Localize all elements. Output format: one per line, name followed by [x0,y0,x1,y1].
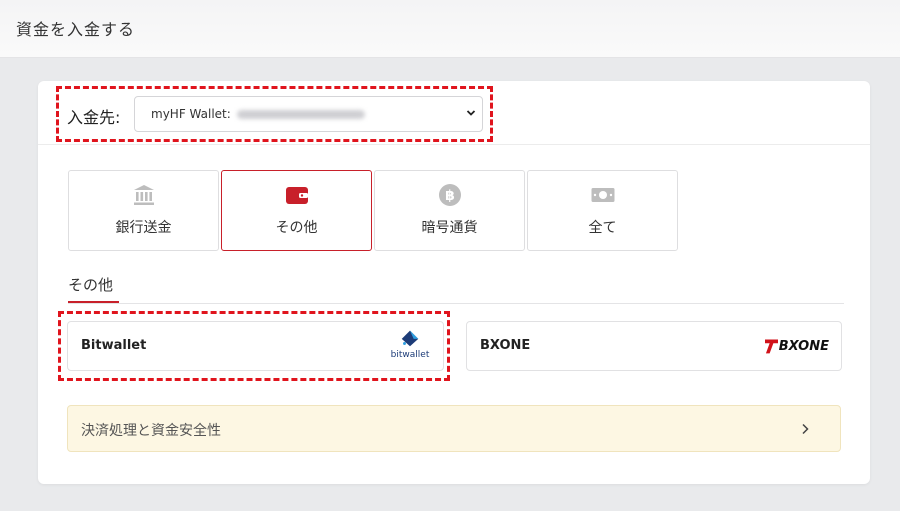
method-bitwallet[interactable]: Bitwallet bitwallet [67,321,444,371]
tab-bank-transfer[interactable]: 銀行送金 [68,170,219,251]
tab-label: 全て [588,220,617,236]
tab-label: 暗号通貨 [421,220,478,236]
bitwallet-logo-text: bitwallet [390,350,430,360]
wallet-icon [286,187,308,204]
section-title: その他 [68,276,114,294]
method-bxone[interactable]: BXONE BXONE [466,321,842,371]
deposit-destination-value: myHF Wallet: [151,107,231,121]
tab-crypto[interactable]: ฿ 暗号通貨 [374,170,525,251]
bxone-logo: BXONE [764,336,829,356]
method-name: BXONE [480,338,531,353]
tab-label: その他 [275,220,318,236]
page-title: 資金を入金する [16,20,136,39]
page-header: 資金を入金する [0,0,900,58]
bank-icon [134,185,154,205]
redacted-account-info [236,109,365,119]
deposit-destination-select[interactable]: myHF Wallet: [134,96,483,132]
bitwallet-logo: bitwallet [389,329,431,365]
tab-all[interactable]: 全て [527,170,678,251]
tab-label: 銀行送金 [115,220,172,236]
bxone-logo-mark [764,339,778,354]
bitcoin-icon: ฿ [439,184,461,206]
section-underline [68,301,119,303]
bxone-logo-text: BXONE [778,338,829,354]
deposit-destination-label: 入金先: [67,108,121,127]
bitwallet-logo-mark [401,330,419,347]
cash-icon [591,188,615,202]
chevron-down-icon [466,110,476,116]
tab-other[interactable]: その他 [221,170,372,251]
fund-safety-notice[interactable]: 決済処理と資金安全性 [67,405,841,452]
chevron-right-icon [802,423,809,435]
method-name: Bitwallet [81,338,147,353]
notice-text: 決済処理と資金安全性 [81,423,221,439]
divider [38,144,870,145]
svg-text:฿: ฿ [445,188,455,204]
deposit-card: 入金先: myHF Wallet: 銀行送金 その他 ฿ 暗号通貨 全て その他… [38,81,870,484]
section-divider [68,303,844,304]
